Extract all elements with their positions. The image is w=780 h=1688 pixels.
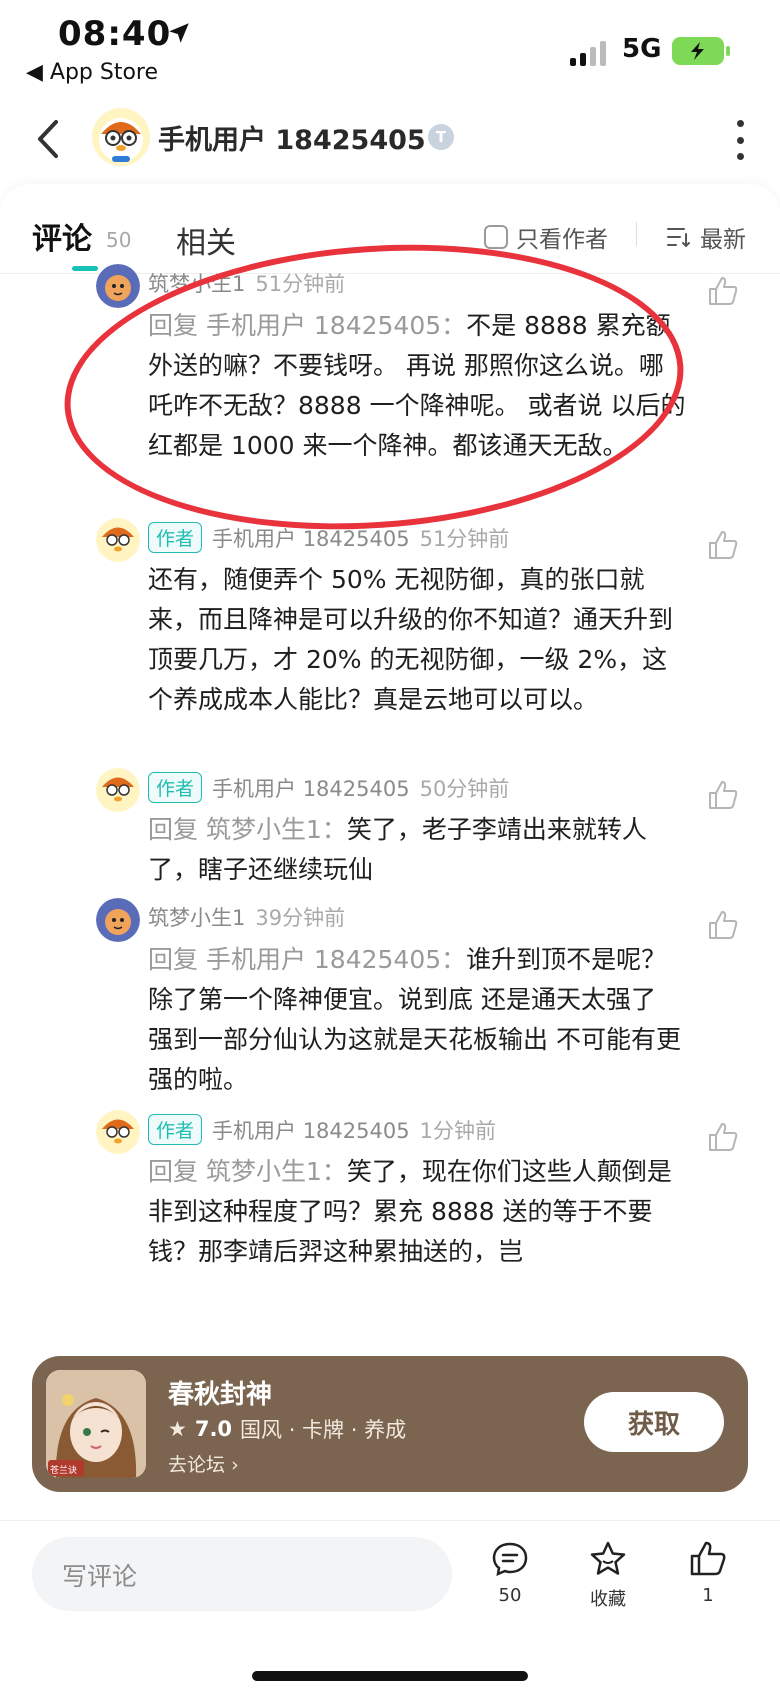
commenter-avatar[interactable] <box>96 518 140 562</box>
battery-charging-icon <box>672 37 730 65</box>
comment-item: 筑梦小生1 51分钟前 回复 手机用户 18425405：不是 8888 累充额… <box>96 264 766 504</box>
comment-text: 还有，随便弄个 50% 无视防御，真的张口就来，而且降神是可以升级的你不知道？通… <box>148 565 674 714</box>
status-bar: 08:40 ◀ App Store 5G <box>0 0 780 100</box>
user-level-badge: T <box>428 124 454 150</box>
game-tags: 国风 · 卡牌 · 养成 <box>240 1418 407 1442</box>
sort-toggle[interactable]: 最新 <box>666 220 746 254</box>
like-post-button[interactable]: 1 <box>678 1539 738 1606</box>
comment-item: 作者 手机用户 18425405 51分钟前 还有，随便弄个 50% 无视防御，… <box>96 518 766 758</box>
reply-to: 回复 手机用户 18425405： <box>148 311 467 340</box>
comment-bubble-icon <box>492 1542 528 1577</box>
comment-body: 回复 手机用户 18425405：不是 8888 累充额外送的嘛？不要钱呀。 再… <box>148 306 688 466</box>
tab-comments-count: 50 <box>106 228 132 252</box>
tab-related[interactable]: 相关 <box>176 218 236 262</box>
thumb-up-icon <box>690 1541 726 1576</box>
write-comment-input[interactable]: 写评论 <box>32 1537 452 1611</box>
comment-body: 还有，随便弄个 50% 无视防御，真的张口就来，而且降神是可以升级的你不知道？通… <box>148 560 688 720</box>
comment-time: 50分钟前 <box>419 776 510 801</box>
author-only-checkbox[interactable] <box>484 225 508 249</box>
game-score: 7.0 <box>194 1417 233 1441</box>
commenter-name[interactable]: 手机用户 18425405 <box>212 773 410 803</box>
comment-body: 回复 手机用户 18425405：谁升到顶不是呢？除了第一个降神便宜。说到底 还… <box>148 940 688 1100</box>
comment-meta: 作者 手机用户 18425405 1分钟前 <box>148 1114 496 1145</box>
author-avatar[interactable] <box>92 108 150 166</box>
forum-link-label: 去论坛 <box>168 1454 226 1476</box>
filter-divider <box>636 222 637 246</box>
favorite-label: 收藏 <box>590 1589 626 1610</box>
commenter-avatar[interactable] <box>96 264 140 308</box>
comment-count: 50 <box>498 1585 522 1606</box>
comment-time: 51分钟前 <box>255 272 346 296</box>
author-tag: 作者 <box>148 1114 203 1145</box>
game-rating-row: ★ 7.0 国风 · 卡牌 · 养成 <box>168 1414 406 1444</box>
commenter-name[interactable]: 筑梦小生1 <box>148 268 245 298</box>
like-thumb-icon[interactable] <box>706 528 740 562</box>
author-only-label: 只看作者 <box>516 227 608 253</box>
back-arrow-icon[interactable] <box>30 114 70 164</box>
comment-time: 1分钟前 <box>419 1118 496 1143</box>
comment-meta: 作者 手机用户 18425405 50分钟前 <box>148 772 509 803</box>
reply-to: 回复 筑梦小生1： <box>148 815 347 844</box>
star-outline-icon <box>590 1541 626 1575</box>
commenter-avatar[interactable] <box>96 898 140 942</box>
reply-to: 回复 筑梦小生1： <box>148 1157 347 1186</box>
author-only-filter[interactable]: 只看作者 <box>484 220 608 254</box>
commenter-name[interactable]: 手机用户 18425405 <box>212 523 410 553</box>
comment-item: 作者 手机用户 18425405 1分钟前 回复 筑梦小生1：笑了，现在你们这些… <box>96 1110 766 1330</box>
like-thumb-icon[interactable] <box>706 778 740 812</box>
like-count: 1 <box>702 1585 714 1606</box>
bottom-action-bar: 写评论 50 收藏 1 <box>0 1520 780 1688</box>
reply-to: 回复 手机用户 18425405： <box>148 945 467 974</box>
status-time: 08:40 <box>58 14 172 54</box>
comment-body: 回复 筑梦小生1：笑了，老子李靖出来就转人了，瞎子还继续玩仙 <box>148 810 688 890</box>
comment-item: 筑梦小生1 39分钟前 回复 手机用户 18425405：谁升到顶不是呢？除了第… <box>96 898 766 1108</box>
like-thumb-icon[interactable] <box>706 908 740 942</box>
like-thumb-icon[interactable] <box>706 1120 740 1154</box>
comments-button[interactable]: 50 <box>480 1539 540 1606</box>
commenter-name[interactable]: 手机用户 18425405 <box>212 1115 410 1145</box>
comment-body: 回复 筑梦小生1：笑了，现在你们这些人颠倒是非到这种程度了吗？累充 8888 送… <box>148 1152 688 1272</box>
back-to-app-store-link[interactable]: ◀ App Store <box>26 60 158 85</box>
home-indicator <box>252 1671 528 1681</box>
comment-meta: 作者 手机用户 18425405 51分钟前 <box>148 522 509 553</box>
location-arrow-icon <box>169 23 189 43</box>
page-title: 手机用户 18425405 <box>158 125 426 156</box>
more-options-icon[interactable] <box>736 120 744 160</box>
sort-label: 最新 <box>700 227 746 253</box>
tab-comments[interactable]: 评论 <box>32 214 92 258</box>
chevron-right-icon: › <box>231 1454 239 1476</box>
top-nav: 手机用户 18425405 T <box>0 100 780 180</box>
commenter-name[interactable]: 筑梦小生1 <box>148 902 245 932</box>
favorite-button[interactable]: 收藏 <box>578 1539 638 1611</box>
get-game-button[interactable]: 获取 <box>584 1392 724 1452</box>
game-name: 春秋封神 <box>168 1380 273 1410</box>
go-to-forum-link[interactable]: 去论坛 › <box>168 1450 239 1477</box>
network-type: 5G <box>622 34 662 64</box>
comment-meta: 筑梦小生1 51分钟前 <box>148 268 345 298</box>
commenter-avatar[interactable] <box>96 768 140 812</box>
comment-item: 作者 手机用户 18425405 50分钟前 回复 筑梦小生1：笑了，老子李靖出… <box>96 768 766 898</box>
star-icon: ★ <box>168 1417 187 1441</box>
comment-time: 51分钟前 <box>419 526 510 551</box>
commenter-avatar[interactable] <box>96 1110 140 1154</box>
game-promo-banner[interactable]: 苍兰诀 春秋封神 ★ 7.0 国风 · 卡牌 · 养成 去论坛 › 获取 <box>32 1356 748 1492</box>
author-tag: 作者 <box>148 522 203 553</box>
tab-bar: 评论 50 相关 只看作者 最新 <box>0 184 780 274</box>
comment-meta: 筑梦小生1 39分钟前 <box>148 902 345 932</box>
game-thumbnail[interactable]: 苍兰诀 <box>46 1370 146 1478</box>
author-tag: 作者 <box>148 772 203 803</box>
sort-lines-icon <box>667 228 690 248</box>
like-thumb-icon[interactable] <box>706 274 740 308</box>
tab-active-indicator <box>72 266 98 271</box>
comment-time: 39分钟前 <box>255 906 346 930</box>
signal-strength-icon <box>570 40 606 66</box>
game-thumbnail-caption: 苍兰诀 <box>50 1466 78 1476</box>
